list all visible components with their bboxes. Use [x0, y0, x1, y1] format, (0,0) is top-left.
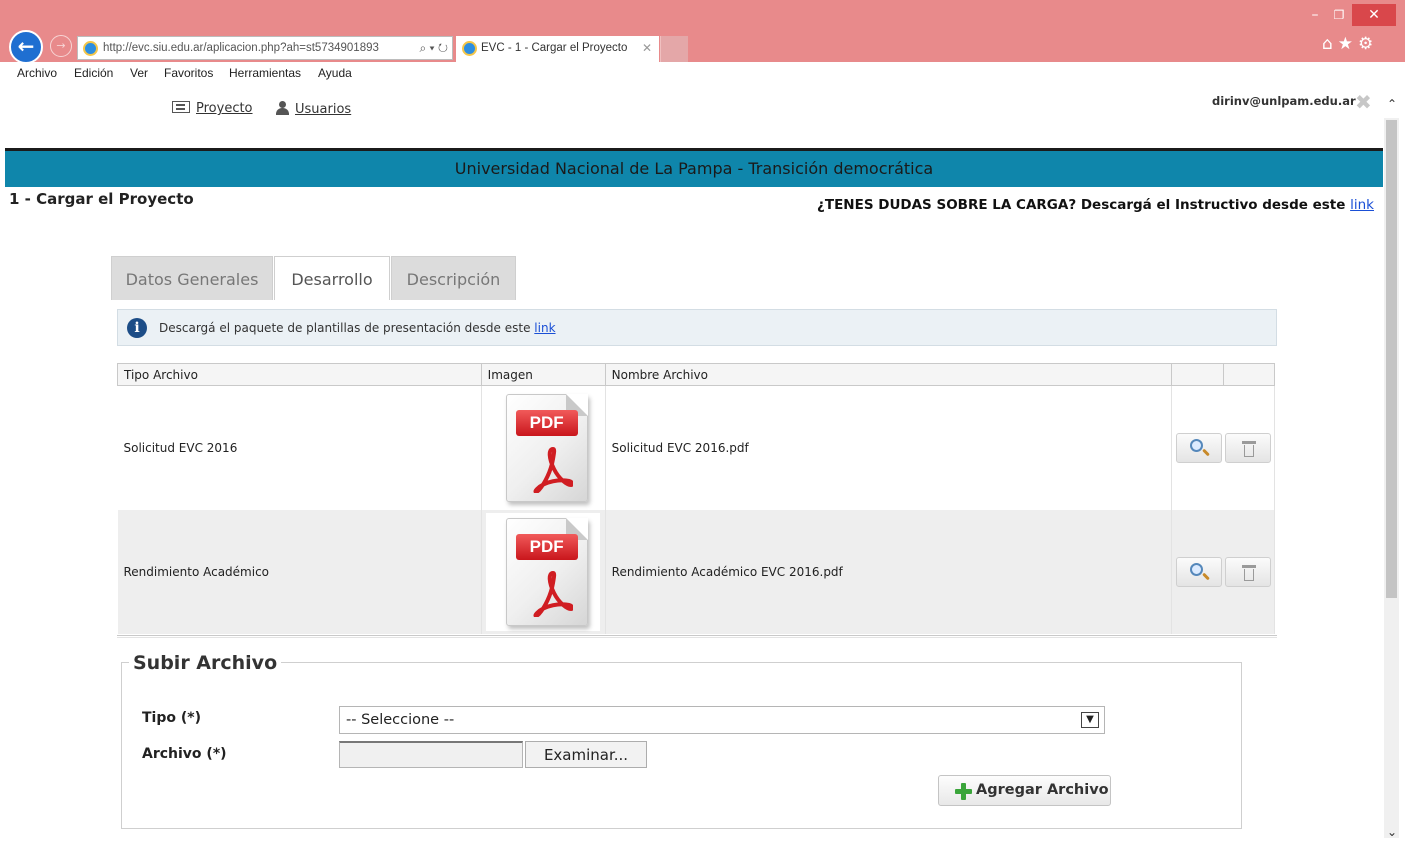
forward-arrow-icon[interactable]: →: [50, 35, 72, 57]
magnifier-handle: [1202, 448, 1210, 457]
project-icon: [172, 101, 190, 113]
ie-tab-icon: [462, 41, 477, 56]
info-icon: i: [127, 318, 147, 338]
scroll-down-icon[interactable]: ⌄: [1385, 825, 1399, 839]
add-file-label: Agregar Archivo: [976, 782, 1109, 798]
cell-nombre: Rendimiento Académico EVC 2016.pdf: [605, 509, 1173, 634]
upload-legend: Subir Archivo: [129, 652, 282, 674]
browser-tab-title: EVC - 1 - Cargar el Proyecto: [481, 42, 628, 54]
view-file-button[interactable]: [1176, 432, 1222, 463]
col-nombre-archivo: Nombre Archivo: [604, 363, 1173, 386]
pdf-sheet: PDF: [505, 393, 588, 502]
browse-button[interactable]: Examinar...: [525, 741, 647, 768]
files-table: Tipo Archivo Imagen Nombre Archivo Solic…: [117, 363, 1275, 634]
menu-ver[interactable]: Ver: [130, 66, 148, 80]
cell-tipo: Solicitud EVC 2016: [117, 385, 482, 510]
scrollbar-thumb[interactable]: [1386, 120, 1397, 598]
pdf-badge: PDF: [515, 533, 578, 560]
address-bar[interactable]: http://evc.siu.edu.ar/aplicacion.php?ah=…: [77, 36, 453, 60]
help-text-label: ¿TENES DUDAS SOBRE LA CARGA? Descargá el…: [817, 197, 1346, 213]
home-favorites-settings-icons[interactable]: ⌂★⚙: [1322, 34, 1378, 54]
cell-imagen: PDF: [481, 509, 606, 634]
section-divider: [117, 635, 1277, 638]
user-email: dirinv@unlpam.edu.ar: [1212, 94, 1356, 108]
magnifier-icon: [1190, 438, 1203, 452]
plantillas-link[interactable]: link: [534, 321, 555, 335]
help-text: ¿TENES DUDAS SOBRE LA CARGA? Descargá el…: [817, 197, 1374, 213]
pdf-file-icon: PDF: [485, 512, 600, 631]
cell-tipo: Rendimiento Académico: [117, 509, 482, 634]
trash-body: [1244, 444, 1254, 457]
menu-archivo[interactable]: Archivo: [17, 66, 57, 80]
ie-page-icon: [83, 41, 98, 56]
pdf-sheet: PDF: [505, 517, 588, 626]
cell-nombre: Solicitud EVC 2016.pdf: [605, 385, 1173, 510]
instructivo-link[interactable]: link: [1350, 197, 1374, 213]
menu-herramientas[interactable]: Herramientas: [229, 66, 301, 80]
table-row: Rendimiento Académico PDF Rendimiento Ac…: [117, 509, 1275, 634]
table-header-row: Tipo Archivo Imagen Nombre Archivo: [117, 363, 1275, 386]
cell-imagen: PDF: [481, 385, 606, 510]
browser-titlebar: – ❐ ✕ ← → http://evc.siu.edu.ar/aplicaci…: [0, 0, 1405, 64]
nav-usuarios[interactable]: Usuarios: [276, 101, 351, 117]
info-message: i Descargá el paquete de plantillas de p…: [117, 309, 1277, 346]
trash-icon: [1242, 564, 1256, 568]
chevron-down-icon[interactable]: ▼: [1081, 712, 1099, 728]
tipo-label: Tipo (*): [142, 710, 201, 726]
delete-file-button[interactable]: [1225, 432, 1271, 463]
cell-actions: [1171, 509, 1275, 634]
tab-datos-generales[interactable]: Datos Generales: [111, 256, 273, 301]
cell-actions: [1171, 385, 1275, 510]
table-row: Solicitud EVC 2016 PDF Solicitud EVC 201…: [117, 385, 1275, 510]
new-tab-button[interactable]: [660, 36, 688, 62]
trash-body: [1244, 568, 1254, 581]
view-file-button[interactable]: [1176, 556, 1222, 587]
acrobat-logo-icon: [533, 446, 573, 493]
delete-file-button[interactable]: [1225, 556, 1271, 587]
logout-icon[interactable]: ✖: [1355, 90, 1372, 114]
col-imagen: Imagen: [480, 363, 606, 386]
acrobat-logo-icon: [533, 570, 573, 617]
tipo-select[interactable]: -- Seleccione -- ▼: [339, 706, 1105, 734]
col-action-view: [1171, 363, 1224, 386]
tab-desarrollo[interactable]: Desarrollo: [274, 256, 390, 304]
info-text-label: Descargá el paquete de plantillas de pre…: [159, 321, 531, 335]
close-window-icon[interactable]: ✕: [1352, 4, 1396, 26]
tipo-selected-value: -- Seleccione --: [346, 712, 455, 728]
nav-proyecto[interactable]: Proyecto: [172, 101, 253, 116]
page-title: 1 - Cargar el Proyecto: [9, 190, 194, 208]
plus-icon: [955, 783, 972, 800]
menu-favoritos[interactable]: Favoritos: [164, 66, 213, 80]
nav-usuarios-label: Usuarios: [295, 102, 352, 117]
nav-proyecto-label: Proyecto: [196, 101, 253, 116]
tab-descripcion[interactable]: Descripción: [391, 256, 516, 301]
magnifier-icon: [1190, 562, 1203, 576]
browser-tab[interactable]: EVC - 1 - Cargar el Proyecto ✕: [456, 36, 659, 62]
col-action-delete: [1223, 363, 1275, 386]
magnifier-handle: [1202, 572, 1210, 580]
file-path-input[interactable]: [339, 741, 523, 768]
trash-icon: [1242, 440, 1256, 444]
maximize-icon[interactable]: ❐: [1326, 4, 1352, 26]
pdf-badge: PDF: [515, 409, 578, 436]
tab-close-icon[interactable]: ✕: [642, 36, 652, 61]
info-text: Descargá el paquete de plantillas de pre…: [159, 321, 556, 335]
pdf-file-icon: PDF: [486, 389, 600, 507]
menu-ayuda[interactable]: Ayuda: [318, 66, 352, 80]
add-file-button[interactable]: Agregar Archivo: [938, 775, 1111, 806]
back-arrow-icon[interactable]: ←: [9, 30, 43, 64]
archivo-label: Archivo (*): [142, 746, 227, 762]
search-refresh-icons[interactable]: ⌕ ▾ ↻: [419, 37, 448, 59]
menu-bar: Archivo Edición Ver Favoritos Herramient…: [0, 62, 1405, 84]
scroll-up-icon[interactable]: ⌃: [1385, 97, 1399, 111]
user-icon: [276, 101, 289, 115]
institution-banner: Universidad Nacional de La Pampa - Trans…: [5, 148, 1383, 187]
address-url: http://evc.siu.edu.ar/aplicacion.php?ah=…: [103, 42, 379, 54]
menu-edicion[interactable]: Edición: [74, 66, 113, 80]
col-tipo-archivo: Tipo Archivo: [117, 363, 482, 386]
